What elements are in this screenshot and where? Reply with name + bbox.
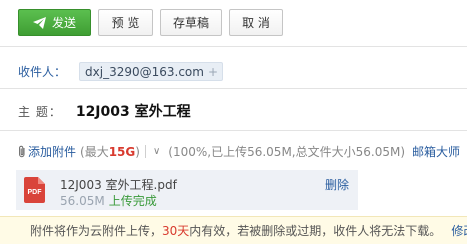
notice-text-before: 附件将作为云附件上传， — [30, 224, 163, 238]
mail-master-link[interactable]: 邮箱大师 — [412, 143, 460, 160]
cancel-button-label: 取 消 — [242, 16, 270, 30]
add-recipient-icon[interactable]: + — [208, 65, 218, 79]
pdf-icon-label: PDF — [28, 189, 43, 196]
notice-text-after: 内有效，若被删除或过期，收件人将无法下载。 — [189, 224, 442, 238]
divider — [0, 130, 467, 131]
paperclip-icon — [19, 145, 25, 157]
attachment-file-name: 12J003 室外工程.pdf — [60, 178, 177, 192]
separator — [144, 144, 146, 158]
compose-toolbar: 发送 预 览 存草稿 取 消 — [18, 9, 290, 36]
preview-button[interactable]: 预 览 — [98, 9, 153, 36]
modify-link[interactable]: 修改 — [451, 222, 467, 239]
save-draft-button[interactable]: 存草稿 — [160, 9, 222, 36]
send-button[interactable]: 发送 — [18, 9, 91, 36]
recipient-chip[interactable]: dxj_3290@163.com + — [79, 62, 224, 81]
subject-input[interactable]: 12J003 室外工程 — [76, 101, 191, 121]
delete-attachment-link[interactable]: 删除 — [325, 176, 349, 193]
save-draft-button-label: 存草稿 — [172, 16, 209, 30]
cancel-button[interactable]: 取 消 — [229, 9, 283, 36]
recipient-label[interactable]: 收件人： — [18, 63, 66, 80]
subject-label: 主 题： — [18, 104, 62, 119]
add-attachment-link[interactable]: 添加附件 — [28, 143, 76, 160]
recipient-chip-address: dxj_3290@163.com — [85, 64, 204, 79]
subject-row: 主 题： 12J003 室外工程 — [18, 101, 191, 121]
preview-button-label: 预 览 — [111, 16, 140, 30]
send-button-label: 发送 — [51, 16, 76, 30]
attachment-file-size: 56.05M 上传完成 — [60, 194, 157, 208]
notice-days: 30天 — [162, 224, 190, 238]
attachment-limit: (最大15G) — [80, 144, 140, 159]
cloud-attachment-notice: 附件将作为云附件上传，30天内有效，若被删除或过期，收件人将无法下载。修改 — [0, 216, 467, 244]
attachment-item: PDF 12J003 室外工程.pdf 56.05M 上传完成 删除 — [16, 170, 358, 210]
chevron-down-icon[interactable]: ∨ — [153, 146, 160, 157]
recipient-row: 收件人： dxj_3290@163.com + — [18, 62, 224, 81]
divider — [0, 46, 467, 47]
divider — [0, 88, 467, 89]
upload-status: 上传完成 — [108, 194, 157, 208]
attachment-limit-value: 15G — [108, 144, 136, 159]
pdf-file-icon: PDF — [24, 177, 45, 203]
attachment-row: 添加附件 (最大15G) ∨ (100%,已上传56.05M,总文件大小56.0… — [18, 142, 460, 160]
upload-usage-text: (100%,已上传56.05M,总文件大小56.05M) — [168, 144, 405, 159]
paper-plane-icon — [32, 16, 46, 29]
